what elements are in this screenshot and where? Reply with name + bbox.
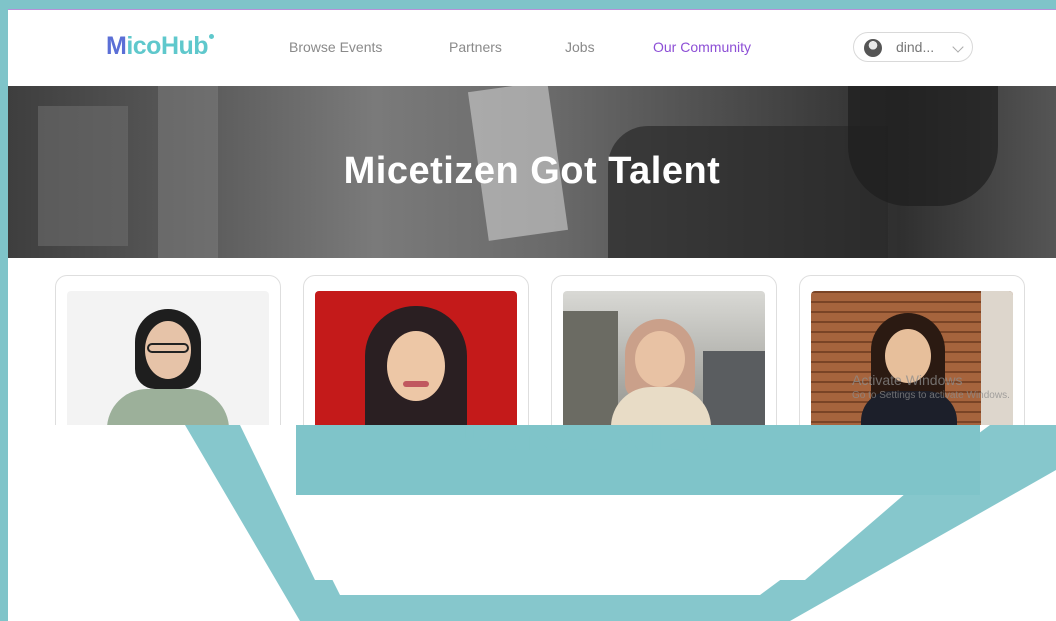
- windows-activate-subtitle: Go to Settings to activate Windows.: [852, 390, 1010, 401]
- talent-photo: [315, 291, 517, 425]
- talent-photo: [811, 291, 1013, 425]
- talent-card[interactable]: [799, 275, 1025, 425]
- windows-activate-title: Activate Windows: [852, 372, 963, 388]
- screenshot-window: MicoHub Browse Events Partners Jobs Our …: [8, 0, 1056, 425]
- user-name: dind...: [896, 39, 935, 55]
- user-menu-button[interactable]: dind...: [853, 32, 973, 62]
- chevron-down-icon: [952, 41, 964, 53]
- nav-partners[interactable]: Partners: [449, 39, 502, 55]
- talent-card[interactable]: [551, 275, 777, 425]
- hero-banner: Micetizen Got Talent: [8, 86, 1056, 258]
- talent-card[interactable]: [55, 275, 281, 425]
- talent-photo: [563, 291, 765, 425]
- nav-browse-events[interactable]: Browse Events: [289, 39, 382, 55]
- nav-jobs[interactable]: Jobs: [565, 39, 595, 55]
- talent-photo: [67, 291, 269, 425]
- nav-our-community[interactable]: Our Community: [653, 39, 751, 55]
- watermark-left-bar: [0, 0, 8, 621]
- avatar: [864, 39, 882, 57]
- talent-card[interactable]: [303, 275, 529, 425]
- hero-title: Micetizen Got Talent: [343, 150, 721, 192]
- micohub-logo[interactable]: MicoHub: [106, 32, 215, 61]
- site-header: MicoHub Browse Events Partners Jobs Our …: [8, 10, 1056, 86]
